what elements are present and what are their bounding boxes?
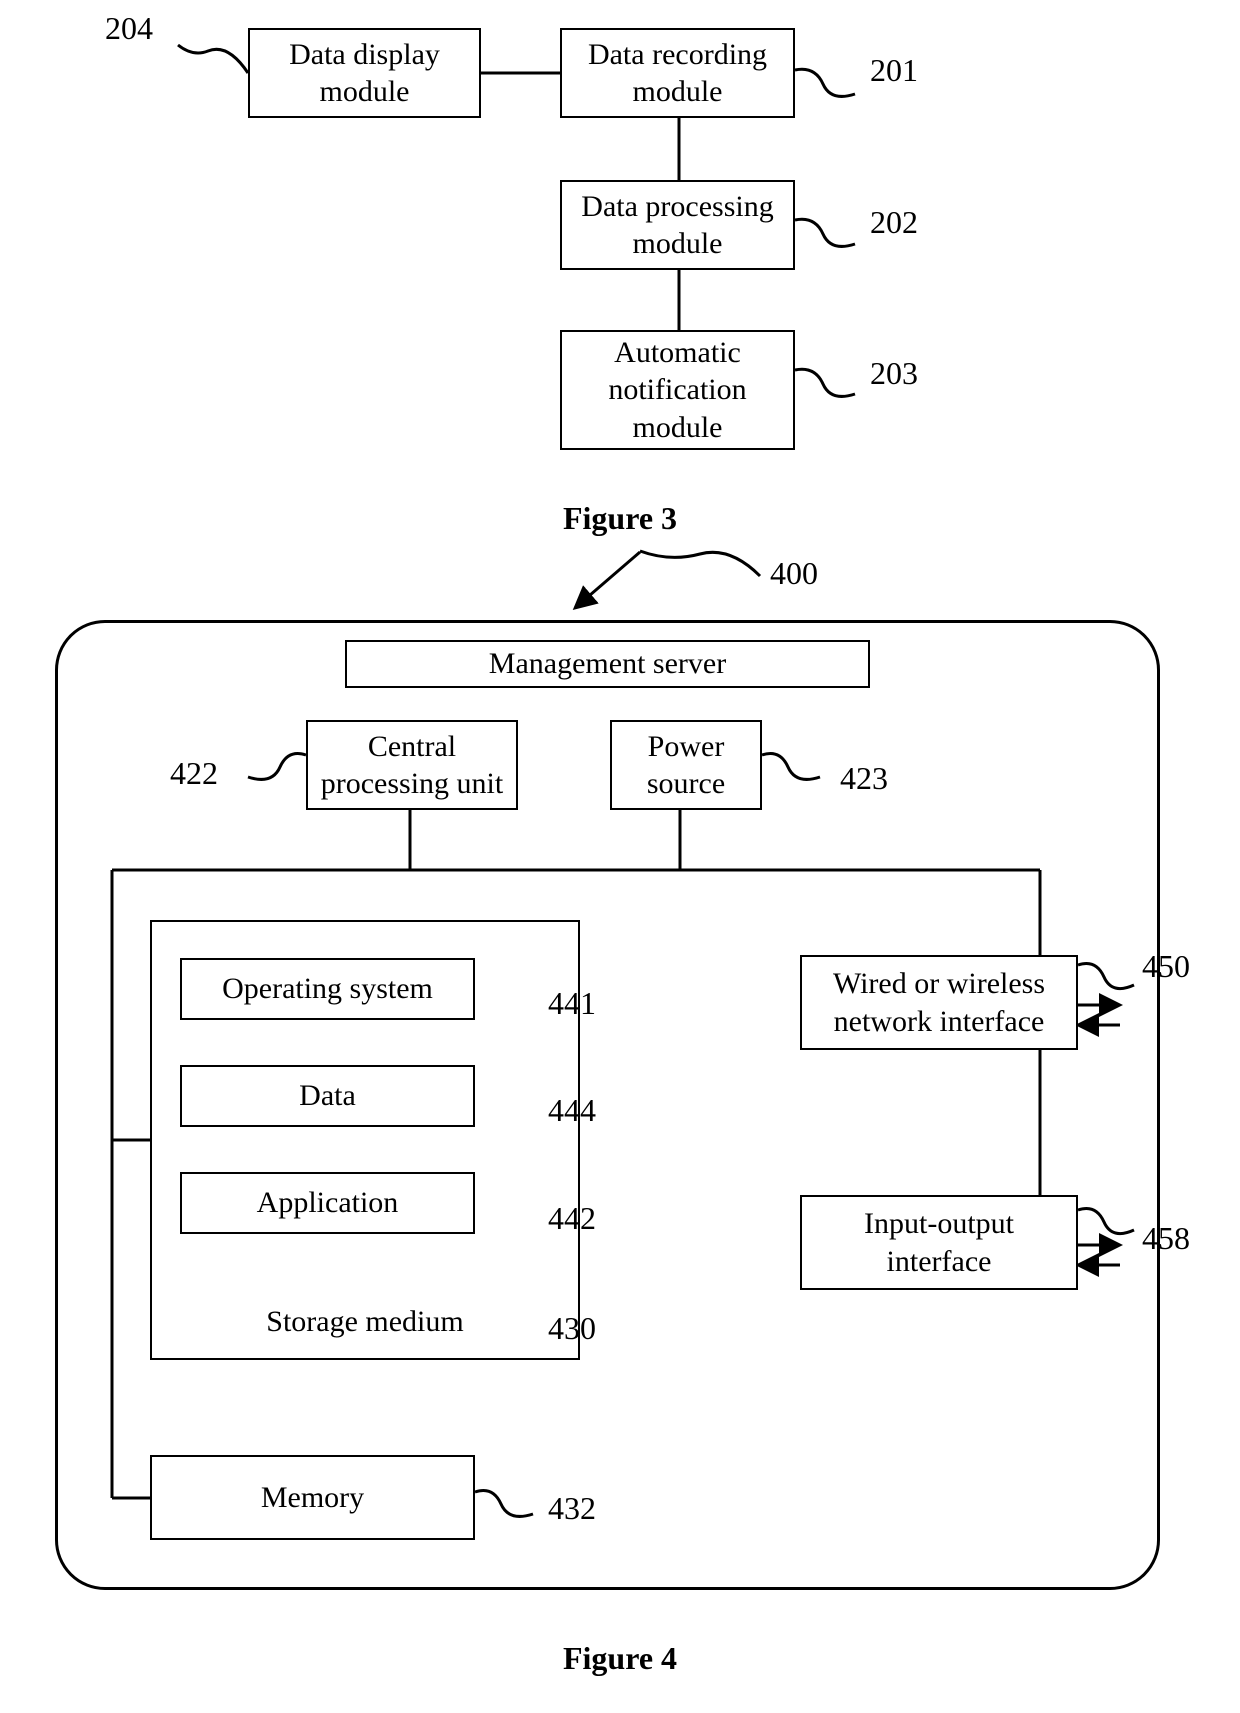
ref-423: 423	[840, 760, 888, 797]
ref-442: 442	[548, 1200, 596, 1237]
box-data-display-module: Data display module	[248, 28, 481, 118]
box-io-interface: Input-output interface	[800, 1195, 1078, 1290]
ref-400: 400	[770, 555, 818, 592]
box-application: Application	[180, 1172, 475, 1234]
caption-figure-4: Figure 4	[0, 1640, 1240, 1677]
ref-458: 458	[1142, 1220, 1190, 1257]
ref-201: 201	[870, 52, 918, 89]
box-operating-system: Operating system	[180, 958, 475, 1020]
box-data-recording-module: Data recording module	[560, 28, 795, 118]
ref-204: 204	[105, 10, 153, 47]
caption-figure-3: Figure 3	[0, 500, 1240, 537]
box-memory: Memory	[150, 1455, 475, 1540]
box-network-interface: Wired or wireless network interface	[800, 955, 1078, 1050]
ref-450: 450	[1142, 948, 1190, 985]
box-data: Data	[180, 1065, 475, 1127]
ref-441: 441	[548, 985, 596, 1022]
ref-202: 202	[870, 204, 918, 241]
box-management-server: Management server	[345, 640, 870, 688]
box-cpu: Central processing unit	[306, 720, 518, 810]
ref-422: 422	[170, 755, 218, 792]
box-auto-notification-module: Automatic notification module	[560, 330, 795, 450]
box-data-processing-module: Data processing module	[560, 180, 795, 270]
ref-203: 203	[870, 355, 918, 392]
ref-444: 444	[548, 1092, 596, 1129]
ref-430: 430	[548, 1310, 596, 1347]
box-power-source: Power source	[610, 720, 762, 810]
ref-432: 432	[548, 1490, 596, 1527]
